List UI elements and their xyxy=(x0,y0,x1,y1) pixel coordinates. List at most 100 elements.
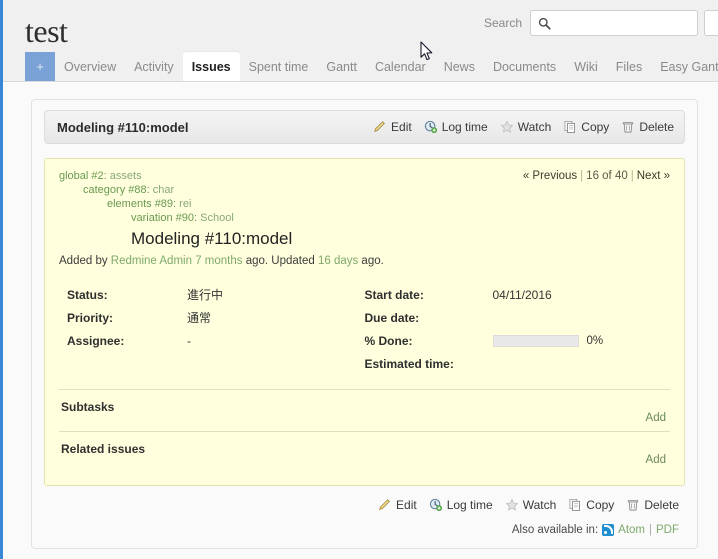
percent-done-label: % Done: xyxy=(364,333,413,348)
added-by-suffix: ago. xyxy=(358,255,384,267)
pencil-icon xyxy=(373,120,387,134)
log-time-label-bottom: Log time xyxy=(446,498,493,512)
priority-label: Priority: xyxy=(67,310,114,325)
nav-item-news[interactable]: News xyxy=(435,52,484,81)
copy-icon xyxy=(563,120,577,134)
watch-label-bottom: Watch xyxy=(522,498,557,512)
progress-container: 0% xyxy=(492,334,604,347)
watch-button-bottom[interactable]: Watch xyxy=(505,498,557,512)
nav-item-easy-gantt[interactable]: Easy Gantt xyxy=(651,52,718,81)
content-area: Modeling #110:model Edit Log time Watch … xyxy=(3,83,718,559)
progress-bar xyxy=(492,334,579,347)
search-secondary-field[interactable] xyxy=(704,10,718,36)
search-area: Search xyxy=(484,10,718,36)
start-date-label: Start date: xyxy=(364,287,424,302)
nav-item-wiki[interactable]: Wiki xyxy=(565,52,607,81)
breadcrumb-item[interactable]: elements #89: rei xyxy=(59,197,670,211)
log-time-button[interactable]: Log time xyxy=(424,120,488,134)
log-time-button-bottom[interactable]: Log time xyxy=(429,498,493,512)
search-box[interactable] xyxy=(530,10,698,36)
subtasks-title: Subtasks xyxy=(61,400,115,414)
nav-item-activity[interactable]: Activity xyxy=(125,52,183,81)
issue-subject: Modeling #110:model xyxy=(131,229,293,248)
pager-position: 16 of 40 xyxy=(586,170,628,182)
breadcrumb-item[interactable]: category #88: char xyxy=(59,183,670,197)
attributes-left-column: Status: 進行中 Priority: 通常 Assignee: - xyxy=(59,283,365,375)
top-header: test Search + Overview Activity Issues S… xyxy=(3,0,718,82)
related-issues-title: Related issues xyxy=(61,442,146,456)
issue-pager: « Previous | 16 of 40 | Next » xyxy=(522,170,670,182)
clock-add-icon xyxy=(424,120,438,134)
copy-button[interactable]: Copy xyxy=(563,120,609,134)
clock-add-icon xyxy=(429,498,443,512)
added-by-prefix: Added by xyxy=(59,255,111,267)
nav-item-overview[interactable]: Overview xyxy=(55,52,125,81)
search-icon xyxy=(538,17,551,30)
attribute-start-date: Start date: 04/11/2016 xyxy=(365,283,671,306)
redmine-page: test Search + Overview Activity Issues S… xyxy=(0,0,718,559)
start-date-value: 04/11/2016 xyxy=(492,287,552,302)
issue-meta: Added by Redmine Admin 7 months ago. Upd… xyxy=(59,255,670,267)
issue-author[interactable]: Redmine Admin xyxy=(111,255,192,267)
edit-label: Edit xyxy=(391,120,412,134)
delete-button-bottom[interactable]: Delete xyxy=(626,498,679,512)
nav-item-calendar[interactable]: Calendar xyxy=(366,52,435,81)
nav-item-files[interactable]: Files xyxy=(607,52,651,81)
nav-add-button[interactable]: + xyxy=(25,52,55,81)
watch-button[interactable]: Watch xyxy=(500,120,552,134)
delete-button[interactable]: Delete xyxy=(621,120,674,134)
attribute-assignee: Assignee: - xyxy=(59,329,365,352)
nav-item-documents[interactable]: Documents xyxy=(484,52,565,81)
nav-item-gantt[interactable]: Gantt xyxy=(317,52,366,81)
project-nav: + Overview Activity Issues Spent time Ga… xyxy=(25,52,718,81)
edit-button[interactable]: Edit xyxy=(373,120,412,134)
star-icon xyxy=(500,120,514,134)
issue-actions-top: Edit Log time Watch Copy Delete xyxy=(373,120,674,134)
search-input[interactable] xyxy=(551,12,689,34)
priority-value: 通常 xyxy=(187,311,212,325)
attribute-status: Status: 進行中 xyxy=(59,283,365,306)
add-related-issue-link[interactable]: Add xyxy=(646,454,666,466)
bottom-action-bar: Edit Log time Watch Copy Delete xyxy=(378,498,679,512)
issue-attributes: Status: 進行中 Priority: 通常 Assignee: - Sta… xyxy=(59,283,670,387)
breadcrumb-prefix: elements #89 xyxy=(107,198,174,210)
nav-item-spent-time[interactable]: Spent time xyxy=(240,52,318,81)
pdf-link[interactable]: PDF xyxy=(656,524,679,536)
issue-panel: Modeling #110:model Edit Log time Watch … xyxy=(31,99,698,549)
watch-label: Watch xyxy=(517,120,552,134)
delete-label: Delete xyxy=(639,120,674,134)
rss-icon xyxy=(602,524,615,536)
related-issues-section: Related issues Add xyxy=(59,431,670,471)
issue-created-ago: 7 months xyxy=(195,255,243,267)
pager-previous[interactable]: « Previous xyxy=(523,170,577,182)
nav-item-issues[interactable]: Issues xyxy=(182,52,240,81)
also-available-bar: Also available in: Atom | PDF xyxy=(44,524,685,536)
subtasks-section: Subtasks Add xyxy=(59,389,670,429)
copy-button-bottom[interactable]: Copy xyxy=(568,498,614,512)
copy-label-bottom: Copy xyxy=(586,498,615,512)
attribute-due-date: Due date: xyxy=(365,306,671,329)
copy-label: Copy xyxy=(581,120,610,134)
breadcrumb-prefix: category #88 xyxy=(83,184,147,196)
breadcrumb-prefix: global #2 xyxy=(59,170,104,182)
edit-button-bottom[interactable]: Edit xyxy=(378,498,417,512)
atom-link[interactable]: Atom xyxy=(618,524,645,536)
attributes-right-column: Start date: 04/11/2016 Due date: % Done: xyxy=(365,283,671,375)
pager-next[interactable]: Next » xyxy=(637,170,670,182)
due-date-label: Due date: xyxy=(364,310,420,325)
attribute-estimated-time: Estimated time: xyxy=(365,352,671,375)
issue-actions-bottom: Edit Log time Watch Copy Delete xyxy=(44,498,685,512)
status-value: 進行中 xyxy=(187,288,224,302)
edit-label-bottom: Edit xyxy=(396,498,417,512)
add-subtask-link[interactable]: Add xyxy=(646,412,666,424)
search-label: Search xyxy=(483,16,522,30)
progress-text: 0% xyxy=(586,334,604,347)
status-label: Status: xyxy=(67,287,108,302)
breadcrumb-name: assets xyxy=(109,170,142,182)
attribute-percent-done: % Done: 0% xyxy=(365,329,671,352)
breadcrumb-item[interactable]: variation #90: School xyxy=(59,211,670,225)
log-time-label: Log time xyxy=(441,120,488,134)
assignee-value: - xyxy=(187,333,191,348)
breadcrumb-name: char xyxy=(152,184,175,196)
also-available-label: Also available in: xyxy=(511,524,599,536)
